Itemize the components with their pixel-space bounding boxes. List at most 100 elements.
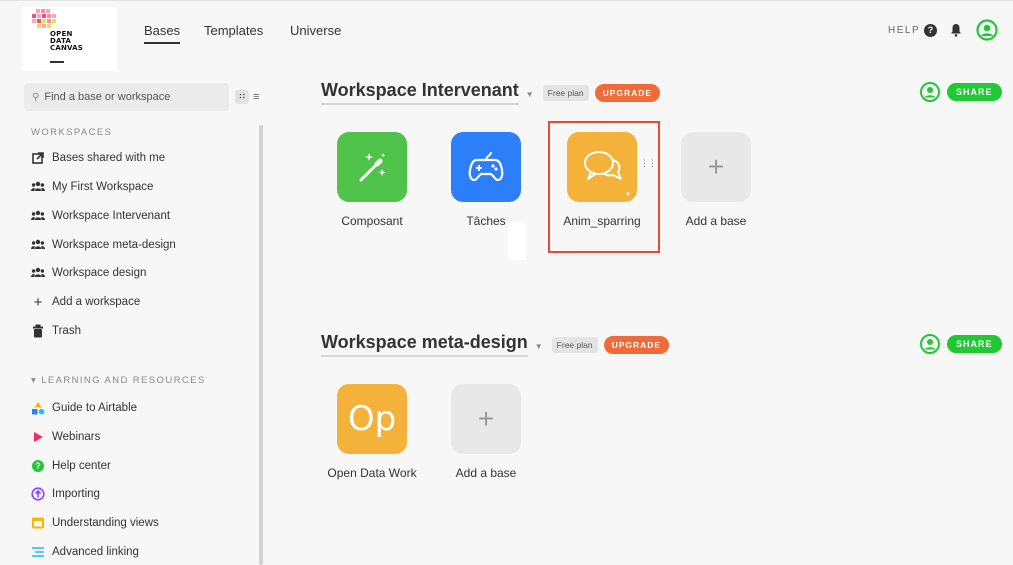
sidebar-item-advanced-linking[interactable]: Advanced linking	[31, 542, 139, 562]
gamepad-icon	[468, 151, 504, 182]
search-placeholder: Find a base or workspace	[44, 91, 171, 103]
workspaces-heading: WORKSPACES	[31, 127, 113, 138]
trash-icon	[33, 324, 43, 338]
sidebar-item-importing[interactable]: Importing	[31, 484, 100, 504]
sidebar: ⚲ Find a base or workspace ∷ ≡ WORKSPACE…	[22, 52, 267, 565]
view-toggle: ∷ ≡	[235, 90, 259, 104]
people-icon	[31, 181, 45, 191]
base-name: Anim_sparring	[563, 214, 641, 228]
share-button[interactable]: SHARE	[947, 335, 1002, 353]
help-icon[interactable]: ?	[924, 24, 937, 37]
resources-heading-label: LEARNING AND RESOURCES	[41, 375, 206, 386]
sidebar-item-workspace-meta-design[interactable]: Workspace meta-design	[31, 235, 176, 255]
people-icon	[31, 239, 45, 249]
sidebar-item-shared[interactable]: Bases shared with me	[31, 148, 165, 168]
bell-icon[interactable]	[950, 23, 962, 37]
sidebar-item-label: Guide to Airtable	[52, 402, 138, 414]
base-tile[interactable]: Op	[337, 384, 407, 454]
sidebar-item-my-first-workspace[interactable]: My First Workspace	[31, 177, 153, 197]
collaborator-avatar-icon[interactable]	[920, 82, 940, 102]
shared-icon	[32, 152, 44, 164]
views-icon	[32, 517, 44, 529]
magic-wand-icon	[359, 153, 386, 182]
tab-templates[interactable]: Templates	[204, 23, 263, 38]
base-name: Composant	[341, 214, 403, 228]
share-group: SHARE	[920, 82, 1002, 102]
sidebar-item-webinars[interactable]: Webinars	[31, 427, 100, 447]
grid-view-icon[interactable]: ∷	[235, 90, 249, 104]
base-tile[interactable]	[451, 132, 521, 202]
sidebar-item-label: Help center	[52, 460, 111, 472]
sidebar-item-label: Webinars	[52, 431, 101, 443]
base-composant[interactable]: Composant	[327, 132, 417, 228]
plan-badge: Free plan	[542, 84, 589, 101]
help-link[interactable]: HELP	[888, 25, 920, 36]
logo[interactable]: OPEN DATA CANVAS	[22, 7, 117, 71]
sidebar-item-label: Importing	[52, 488, 100, 500]
base-name: Add a base	[455, 466, 517, 480]
sidebar-item-label: Advanced linking	[52, 546, 139, 558]
share-button[interactable]: SHARE	[947, 83, 1002, 101]
resources-heading[interactable]: ▾ LEARNING AND RESOURCES	[31, 375, 206, 386]
svg-text:?: ?	[35, 461, 41, 471]
sidebar-item-label: Workspace Intervenant	[52, 210, 171, 222]
sidebar-item-label: Understanding views	[52, 517, 159, 529]
base-name: Open Data Work	[327, 466, 417, 480]
base-tile[interactable]: ▼	[567, 132, 637, 202]
add-base-button[interactable]: + Add a base	[441, 384, 531, 480]
workspace-header: Workspace Intervenant ▼ Free plan UPGRAD…	[321, 80, 661, 105]
user-avatar-icon[interactable]	[976, 19, 998, 41]
sidebar-item-label: Add a workspace	[52, 296, 141, 308]
people-icon	[31, 210, 45, 220]
sidebar-item-guide[interactable]: Guide to Airtable	[31, 398, 137, 418]
drag-ghost	[508, 222, 526, 260]
search-input[interactable]: ⚲ Find a base or workspace	[24, 83, 229, 111]
top-bar: OPEN DATA CANVAS Bases Templates Univers…	[0, 0, 1013, 71]
play-icon	[34, 432, 43, 442]
chevron-down-icon[interactable]: ▼	[625, 192, 631, 198]
sidebar-scrollbar[interactable]	[259, 125, 263, 565]
sidebar-item-add-workspace[interactable]: + Add a workspace	[31, 292, 141, 312]
upload-icon	[31, 487, 45, 501]
plus-icon[interactable]: +	[451, 384, 521, 454]
search-icon: ⚲	[32, 92, 40, 103]
chat-bubbles-icon	[584, 151, 622, 180]
tab-universe[interactable]: Universe	[290, 23, 341, 38]
logo-mark-icon	[32, 9, 56, 28]
sidebar-item-workspace-intervenant[interactable]: Workspace Intervenant	[31, 206, 170, 226]
base-taches[interactable]: Tâches	[441, 132, 531, 228]
base-name: Add a base	[685, 214, 747, 228]
share-group: SHARE	[920, 334, 1002, 354]
list-view-icon[interactable]: ≡	[253, 91, 259, 103]
workspace-title[interactable]: Workspace meta-design	[321, 332, 528, 357]
logo-text: OPEN DATA CANVAS	[50, 30, 84, 52]
sidebar-item-label: Workspace design	[52, 267, 147, 279]
workspace-title[interactable]: Workspace Intervenant	[321, 80, 519, 105]
sidebar-item-label: My First Workspace	[52, 181, 154, 193]
workspace-header: Workspace meta-design ▼ Free plan UPGRAD…	[321, 332, 670, 357]
logo-underline	[50, 61, 64, 63]
plan-badge: Free plan	[551, 336, 598, 353]
plus-icon[interactable]: +	[681, 132, 751, 202]
chevron-down-icon[interactable]: ▼	[535, 342, 543, 351]
plus-icon: +	[33, 293, 43, 311]
linking-icon	[32, 547, 44, 557]
collaborator-avatar-icon[interactable]	[920, 334, 940, 354]
base-open-data-work[interactable]: Op Open Data Work	[327, 384, 417, 480]
sidebar-item-understanding-views[interactable]: Understanding views	[31, 513, 159, 533]
chevron-down-icon[interactable]: ▼	[526, 90, 534, 99]
base-anim-sparring[interactable]: ▼ Anim_sparring	[557, 132, 647, 228]
sidebar-item-workspace-design[interactable]: Workspace design	[31, 263, 146, 283]
drag-handle-icon[interactable]: ⋮⋮	[640, 159, 657, 168]
add-base-button[interactable]: + Add a base	[671, 132, 761, 228]
tab-bases[interactable]: Bases	[144, 23, 181, 44]
sidebar-item-trash[interactable]: Trash	[31, 321, 81, 341]
shapes-icon	[32, 402, 45, 415]
base-tile[interactable]	[337, 132, 407, 202]
help-circle-icon: ?	[32, 460, 44, 472]
sidebar-item-label: Workspace meta-design	[52, 239, 176, 251]
sidebar-item-help-center[interactable]: ? Help center	[31, 456, 111, 476]
upgrade-button[interactable]: UPGRADE	[603, 335, 670, 354]
base-tile-text: Op	[347, 399, 397, 439]
upgrade-button[interactable]: UPGRADE	[594, 83, 661, 102]
